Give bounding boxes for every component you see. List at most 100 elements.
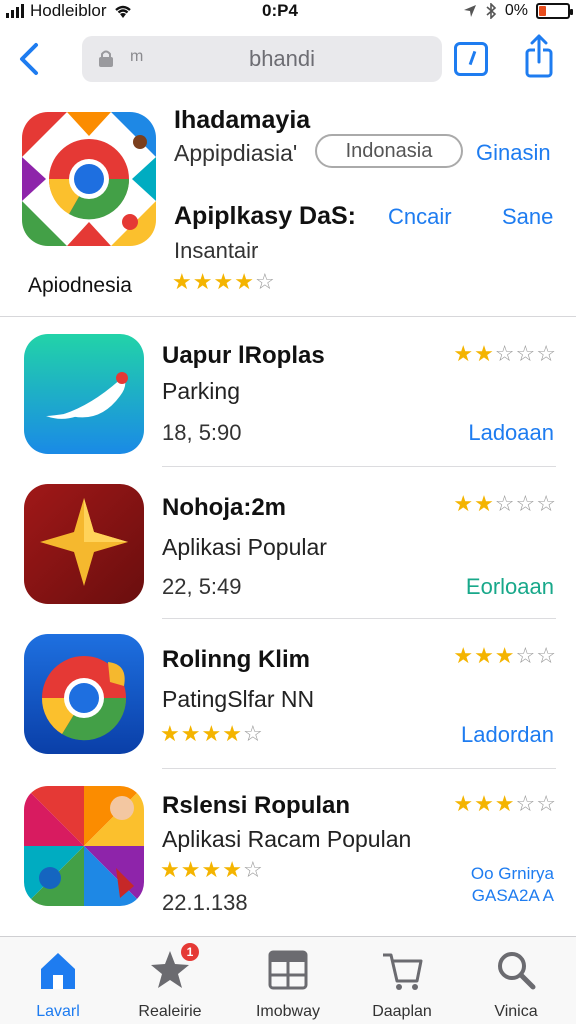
star-filled-icon: ★ [213,269,234,294]
tab-label: Vinica [494,1003,538,1020]
star-empty-icon: ☆ [494,491,515,516]
star-empty-icon: ☆ [494,341,515,366]
tab-search[interactable]: Vinica [460,943,572,1023]
app-title: Uapur lRoplas [162,342,325,369]
star-filled-icon: ★ [160,721,180,746]
download-button[interactable]: Ladordan [461,722,554,748]
carrier-name: Hodleiblor [30,1,107,20]
app-rating: ★ ★ ☆ ☆ ☆ [453,342,556,366]
app-meta: 22, 5:49 [162,574,242,599]
battery-percent: 0% [504,2,528,19]
app-icon[interactable] [24,634,144,754]
app-rating: ★ ★ ☆ ☆ ☆ [453,492,556,516]
section-divider [0,316,576,317]
battery-icon [536,3,573,19]
star-filled-icon: ★ [201,721,222,746]
star-empty-icon: ☆ [515,341,536,366]
featured-app-icon[interactable] [22,112,156,246]
star-filled-icon: ★ [474,341,494,366]
cart-icon [383,953,423,990]
featured-app[interactable]: Apiodnesia Ihadamayia Appipdiasia' Indon… [0,98,576,318]
search-value: bhandi [248,46,316,71]
share-icon[interactable] [522,34,556,78]
list-item[interactable]: Nohoja:2m Aplikasi Popular 22, 5:49 ★ ★ ☆ ☆… [0,478,576,628]
notification-badge: 1 [181,943,199,961]
tab-label: Realeirie [138,1003,202,1020]
star-empty-icon: ☆ [515,791,536,816]
download-button[interactable]: Eorloaan [466,574,554,600]
home-icon [41,953,75,989]
tab-bar: Lavarl 1 Realeirie Imobway Daaplan Vinic… [0,936,576,1024]
status-left: Hodleiblor [6,0,133,22]
star-empty-icon: ☆ [536,791,556,816]
app-icon[interactable] [24,334,144,454]
star-filled-icon: ★ [180,721,201,746]
search-input[interactable]: m bhandi [82,36,442,82]
app-inline-rating: ★ ★ ★ ★ ☆ [160,722,263,746]
star-filled-icon: ★ [192,269,213,294]
status-bar: Hodleiblor 0:P4 0% [0,0,576,22]
app-meta: 22.1.138 [162,890,248,915]
featured-link[interactable]: Ginasin [476,140,551,166]
star-filled-icon: ★ [453,491,474,516]
get-button-sub[interactable]: GASA2A A [472,886,554,906]
list-item[interactable]: Uapur lRoplas Parking 18, 5:90 ★ ★ ☆ ☆ ☆ Lad… [0,326,576,476]
back-icon[interactable] [14,40,44,78]
nav-bar: m bhandi [0,30,576,90]
star-filled-icon: ★ [234,269,254,294]
star-empty-icon: ☆ [515,643,536,668]
star-empty-icon: ☆ [536,341,556,366]
app-rating: ★ ★ ★ ☆ ☆ [453,792,556,816]
app-icon[interactable] [24,786,144,906]
app-icon[interactable] [24,484,144,604]
star-filled-icon: ★ [494,643,515,668]
star-filled-icon: ★ [453,643,474,668]
tab-categories[interactable]: Imobway [232,943,344,1023]
app-subtitle: Aplikasi Popular [162,534,327,560]
star-filled-icon: ★ [222,721,242,746]
star-filled-icon: ★ [494,791,515,816]
tab-cart[interactable]: Daaplan [346,943,458,1023]
star-filled-icon: ★ [453,341,474,366]
search-icon [498,952,536,990]
featured-category-pill[interactable]: Indonasia [315,134,463,168]
app-title: Rslensi Ropulan [162,792,351,819]
grid-icon [268,950,308,990]
status-right: 0% [463,0,573,22]
tab-label: Imobway [255,1003,321,1020]
star-empty-icon: ☆ [242,857,263,882]
star-icon: 1 [147,943,199,993]
featured-save-link[interactable]: Sane [502,204,553,230]
app-title: Nohoja:2m [162,494,287,521]
star-filled-icon: ★ [474,491,494,516]
download-button[interactable]: Ladoaan [468,420,554,446]
list-item[interactable]: Rslensi Ropulan Aplikasi Racam Populan ★… [0,782,576,932]
featured-subtitle: Appipdiasia' [174,140,298,166]
tabs-icon[interactable] [454,42,488,76]
app-subtitle: Aplikasi Racam Populan [162,826,412,852]
row-divider [162,618,556,619]
featured-action-link[interactable]: Cncair [388,204,452,230]
featured-title: Ihadamayia [174,106,311,134]
location-icon [463,5,476,17]
list-item[interactable]: Rolinng Klim PatingSlfar NN ★ ★ ★ ★ ☆ ★ ★ ★ ☆ ☆ … [0,630,576,780]
get-button[interactable]: Oo Grnirya [471,864,554,884]
tab-label: Daaplan [372,1003,432,1020]
featured-app-name: Apiplkasy DaS: [174,202,357,230]
app-rating: ★ ★ ★ ☆ ☆ [453,644,556,668]
star-filled-icon: ★ [453,791,474,816]
app-meta: 18, 5:90 [162,420,242,445]
featured-caption: Apiodnesia [28,274,132,297]
row-divider [162,768,556,769]
bluetooth-icon [486,3,497,19]
app-subtitle: Parking [162,378,240,404]
star-filled-icon: ★ [222,857,242,882]
tab-featured[interactable]: 1 Realeirie [114,943,226,1023]
featured-description: Insantair [174,238,259,263]
star-empty-icon: ☆ [242,721,263,746]
row-divider [162,466,556,467]
star-empty-icon: ☆ [536,643,556,668]
star-filled-icon: ★ [474,643,494,668]
star-empty-icon: ☆ [515,491,536,516]
tab-home[interactable]: Lavarl [2,943,114,1023]
